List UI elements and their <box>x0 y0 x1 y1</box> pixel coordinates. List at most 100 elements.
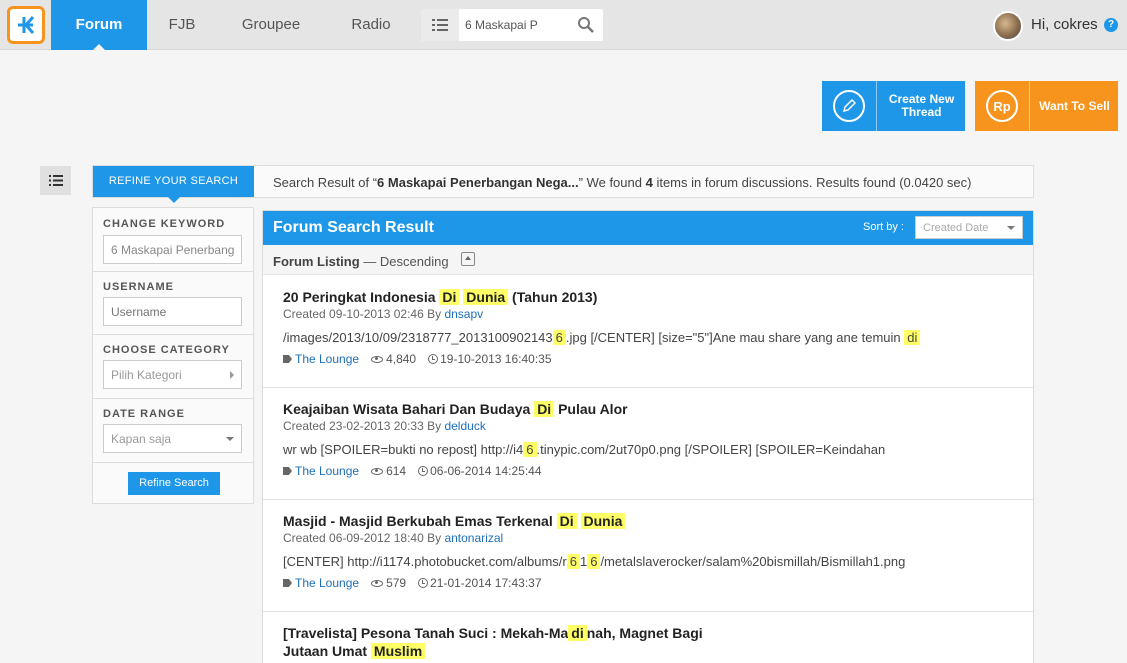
thread-snippet: /images/2013/10/09/2318777_2013100902143… <box>283 330 921 345</box>
thread-snippet: [CENTER] http://i1174.photobucket.com/al… <box>283 554 906 569</box>
thread-category: The Lounge <box>283 576 359 590</box>
tag-icon <box>283 467 292 475</box>
refine-search-button[interactable]: Refine Search <box>128 472 220 495</box>
date-range-label: DATE RANGE <box>103 408 185 420</box>
thread-views: 579 <box>371 576 406 590</box>
want-to-sell-label: Want To Sell <box>1039 98 1110 113</box>
thread-meta: Created 09-10-2013 02:46 By dnsapv <box>283 307 484 321</box>
thread-last-post: 19-10-2013 16:40:35 <box>428 352 552 366</box>
thread-item[interactable]: Masjid - Masjid Berkubah Emas Terkenal D… <box>263 500 1033 612</box>
refine-your-search-tab[interactable]: REFINE YOUR SEARCH <box>93 166 254 203</box>
user-greeting[interactable]: Hi, cokres <box>1031 16 1098 33</box>
summary-suffix: items in forum discussions. Results foun… <box>652 175 972 190</box>
avatar[interactable] <box>993 11 1023 41</box>
pencil-icon <box>833 90 865 122</box>
results-header: Forum Search Result Sort by : Created Da… <box>263 211 1033 245</box>
clock-icon <box>428 354 439 364</box>
sidebar-toggle-button[interactable] <box>40 166 71 195</box>
clock-icon <box>418 578 429 588</box>
thread-title[interactable]: [Travelista] Pesona Tanah Suci : Mekah-M… <box>283 624 743 660</box>
date-range-select[interactable]: Kapan saja <box>103 424 242 453</box>
search-input[interactable] <box>465 13 571 37</box>
sort-select[interactable]: Created Date <box>915 216 1023 239</box>
chevron-down-icon <box>226 437 234 441</box>
date-range-section: DATE RANGE Kapan saja <box>93 399 253 463</box>
collapse-icon[interactable] <box>461 252 475 266</box>
search-result-summary: Search Result of “6 Maskapai Penerbangan… <box>273 175 971 190</box>
thread-stats: The Lounge 579 21-01-2014 17:43:37 <box>283 576 554 590</box>
thread-item[interactable]: [Travelista] Pesona Tanah Suci : Mekah-M… <box>263 612 1033 663</box>
thread-snippet: wr wb [SPOILER=bukti no repost] http://i… <box>283 442 886 457</box>
tab-fjb[interactable]: FJB <box>147 0 217 50</box>
results-title: Forum Search Result <box>273 219 434 236</box>
username-input[interactable] <box>103 297 242 326</box>
thread-last-post: 06-06-2014 14:25:44 <box>418 464 542 478</box>
refine-bar: REFINE YOUR SEARCH Search Result of “6 M… <box>92 165 1034 203</box>
help-icon[interactable]: ? <box>1104 18 1118 32</box>
thread-title[interactable]: 20 Peringkat Indonesia Di Dunia (Tahun 2… <box>283 288 843 306</box>
chevron-down-icon <box>1007 226 1015 230</box>
tab-forum[interactable]: Forum <box>51 0 147 50</box>
thread-item[interactable]: Keajaiban Wisata Bahari Dan Budaya Di Pu… <box>263 388 1033 500</box>
thread-title[interactable]: Masjid - Masjid Berkubah Emas Terkenal D… <box>283 512 843 530</box>
username-section: USERNAME <box>93 272 253 335</box>
pencil-icon-box <box>822 81 877 131</box>
refine-tab-label: REFINE YOUR SEARCH <box>108 175 239 187</box>
username-label: USERNAME <box>103 281 174 293</box>
keyword-label: CHANGE KEYWORD <box>103 218 226 230</box>
thread-views: 4,840 <box>371 352 416 366</box>
search-box <box>421 9 603 41</box>
active-tab-caret <box>93 44 105 50</box>
list-icon <box>48 175 63 186</box>
kaskus-logo[interactable] <box>7 6 45 44</box>
thread-stats: The Lounge 614 06-06-2014 14:25:44 <box>283 464 554 478</box>
kaskus-logo-icon <box>18 16 35 34</box>
chevron-right-icon <box>230 371 234 379</box>
category-section: CHOOSE CATEGORY Pilih Kategori <box>93 335 253 399</box>
eye-icon <box>371 355 384 363</box>
category-value: Pilih Kategori <box>111 368 182 382</box>
category-link[interactable]: The Lounge <box>295 576 359 590</box>
want-to-sell-button[interactable]: Rp Want To Sell <box>975 81 1118 131</box>
list-icon <box>432 19 448 31</box>
listing-label: Forum Listing <box>273 254 360 269</box>
category-link[interactable]: The Lounge <box>295 464 359 478</box>
listing-order: — Descending <box>359 254 449 269</box>
thread-meta: Created 06-09-2012 18:40 By antonarizal <box>283 531 504 545</box>
listing-bar: Forum Listing — Descending <box>263 245 1033 275</box>
thread-category: The Lounge <box>283 352 359 366</box>
rupiah-icon-box: Rp <box>975 81 1030 131</box>
thread-author-link[interactable]: delduck <box>444 419 485 433</box>
create-new-thread-button[interactable]: Create New Thread <box>822 81 965 131</box>
filter-panel: CHANGE KEYWORD USERNAME CHOOSE CATEGORY … <box>92 207 254 504</box>
category-select[interactable]: Pilih Kategori <box>103 360 242 389</box>
thread-meta: Created 23-02-2013 20:33 By delduck <box>283 419 486 433</box>
top-navbar: Forum FJB Groupee Radio Hi, cokres ? <box>0 0 1127 50</box>
keyword-input[interactable] <box>103 235 242 264</box>
eye-icon <box>371 467 384 475</box>
tab-radio[interactable]: Radio <box>336 0 406 50</box>
search-menu-button[interactable] <box>421 9 459 41</box>
category-link[interactable]: The Lounge <box>295 352 359 366</box>
sort-value: Created Date <box>923 222 989 234</box>
clock-icon <box>418 466 429 476</box>
tab-groupee[interactable]: Groupee <box>228 0 314 50</box>
thread-views: 614 <box>371 464 406 478</box>
summary-count: 4 <box>645 175 653 190</box>
create-thread-label: Create New Thread <box>888 92 955 119</box>
thread-title[interactable]: Keajaiban Wisata Bahari Dan Budaya Di Pu… <box>283 400 843 418</box>
date-range-value: Kapan saja <box>111 432 172 446</box>
thread-author-link[interactable]: dnsapv <box>444 307 483 321</box>
thread-author-link[interactable]: antonarizal <box>444 531 503 545</box>
tab-forum-label: Forum <box>75 16 123 33</box>
search-icon[interactable] <box>577 16 595 34</box>
results-panel: Forum Search Result Sort by : Created Da… <box>262 210 1034 663</box>
summary-prefix: Search Result of “ <box>273 175 378 190</box>
category-label: CHOOSE CATEGORY <box>103 344 230 356</box>
tag-icon <box>283 579 292 587</box>
thread-category: The Lounge <box>283 464 359 478</box>
tag-icon <box>283 355 292 363</box>
thread-item[interactable]: 20 Peringkat Indonesia Di Dunia (Tahun 2… <box>263 276 1033 388</box>
thread-stats: The Lounge 4,840 19-10-2013 16:40:35 <box>283 352 564 366</box>
keyword-section: CHANGE KEYWORD <box>93 208 253 272</box>
